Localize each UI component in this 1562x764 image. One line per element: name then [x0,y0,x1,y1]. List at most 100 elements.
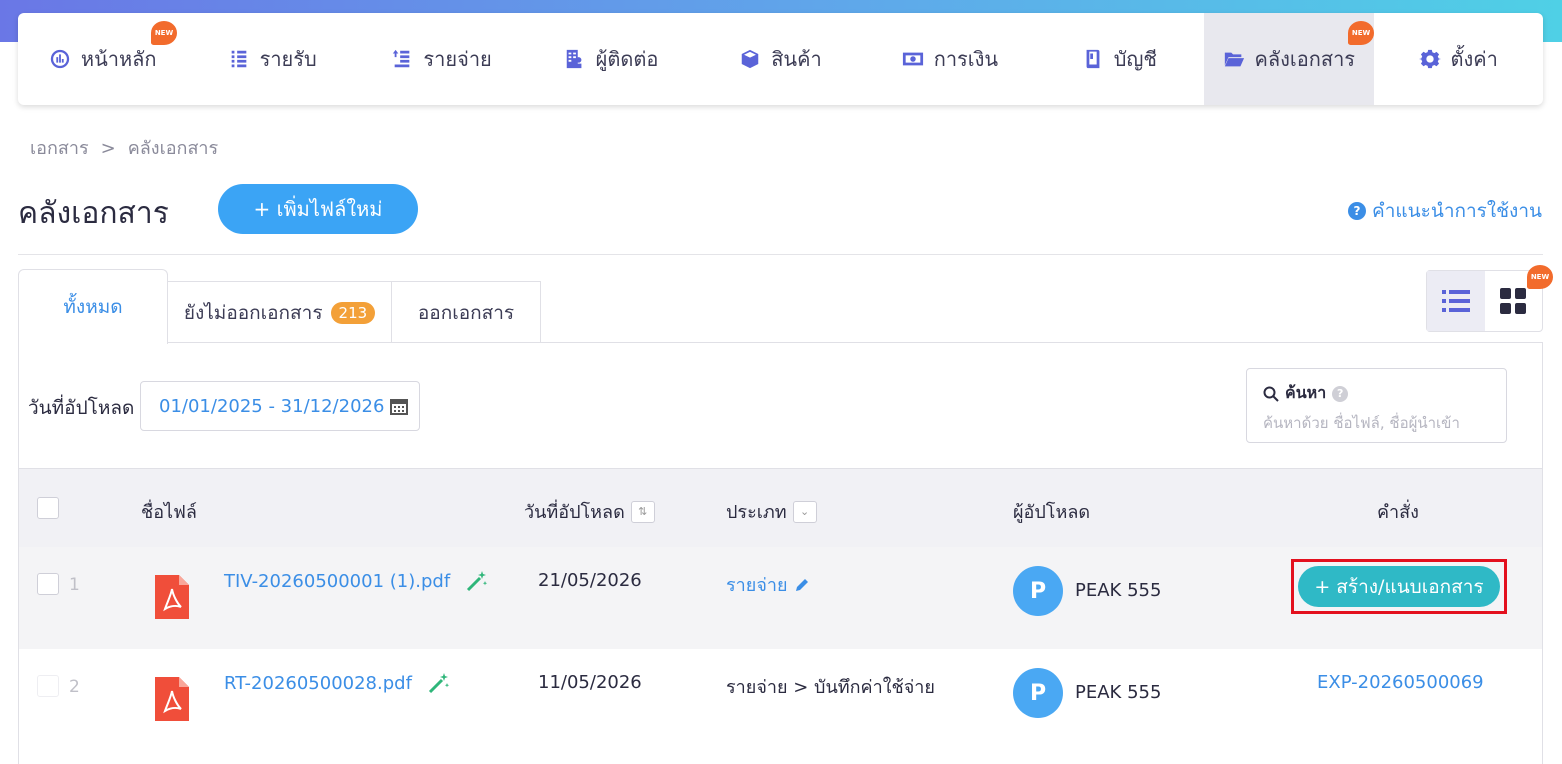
file-name: TIV-20260500001 (1).pdf [224,570,451,592]
nav-item-label: การเงิน [933,47,999,71]
tab-label: ทั้งหมด [63,296,123,318]
row-checkbox[interactable] [37,573,59,595]
chevron-down-icon[interactable]: ⌄ [792,500,817,523]
nav-item-label: สินค้า [771,47,822,71]
date-range-input[interactable]: 01/01/2025 - 31/12/2026 [140,381,420,431]
column-file-name: ชื่อไฟล์ [141,502,197,523]
product-box-icon [741,49,759,69]
help-link[interactable]: ? คำแนะนำการใช้งาน [1348,196,1542,226]
breadcrumb-separator: > [100,138,116,159]
select-all-checkbox[interactable] [37,497,59,519]
file-name: RT-20260500028.pdf [224,672,412,694]
page-title: คลังเอกสาร [18,196,169,231]
row-number: 2 [69,677,80,697]
add-new-file-button[interactable]: + เพิ่มไฟล์ใหม่ [218,184,418,234]
tab-label: ยังไม่ออกเอกสาร [183,301,323,324]
avatar: P [1013,668,1063,718]
nav-item-document-storage[interactable]: คลังเอกสาร NEW [1204,13,1375,105]
breadcrumb-item-documents[interactable]: เอกสาร [30,138,89,159]
file-type: รายจ่าย > บันทึกค่าใช้จ่าย [726,677,935,698]
column-type[interactable]: ประเภท ⌄ [726,497,817,526]
grid-icon [1500,288,1527,314]
highlight-box: + สร้าง/แนบเอกสาร [1291,559,1507,614]
row-number: 1 [69,575,80,595]
money-icon [902,52,923,66]
folder-open-icon [1224,52,1244,67]
column-upload-date[interactable]: วันที่อัปโหลด ⇅ [524,497,655,526]
pdf-file-icon [155,575,189,619]
list-view-button[interactable] [1427,271,1485,331]
nav-item-label: ผู้ติดต่อ [595,47,659,71]
nav-item-contacts[interactable]: ผู้ติดต่อ [526,13,695,105]
breadcrumb: เอกสาร > คลังเอกสาร [30,133,218,162]
search-input[interactable]: ค้นหา ? ค้นหาด้วย ชื่อไฟล์, ชื่อผู้นำเข้… [1246,368,1507,443]
new-badge: NEW [1348,21,1375,45]
search-title: ค้นหา ? [1263,381,1349,406]
search-title-label: ค้นหา [1285,383,1327,402]
date-range-value: 01/01/2025 - 31/12/2026 [159,395,385,417]
dashboard-icon [50,49,70,69]
date-filter-label: วันที่อัปโหลด [28,397,135,419]
list-icon [1441,290,1470,312]
upload-date: 21/05/2026 [538,570,642,591]
pdf-file-icon [155,677,189,721]
tab-label: ออกเอกสาร [417,301,515,324]
column-command: คำสั่ง [1377,502,1419,523]
search-icon [1263,386,1279,402]
income-icon [231,50,246,68]
column-uploader: ผู้อัปโหลด [1013,502,1091,523]
nav-item-product[interactable]: สินค้า [696,13,865,105]
nav-item-label: หน้าหลัก [80,47,157,71]
table-header: ชื่อไฟล์ วันที่อัปโหลด ⇅ ประเภท ⌄ ผู้อัป… [19,468,1542,547]
help-icon: ? [1348,202,1367,220]
header-divider [18,254,1543,255]
calendar-icon [390,399,409,415]
pencil-icon[interactable] [794,577,810,593]
nav-item-home[interactable]: หน้าหลัก NEW [18,13,187,105]
file-name-link[interactable]: RT-20260500028.pdf [224,672,450,694]
tab-not-issued[interactable]: ยังไม่ออกเอกสาร 213 [167,281,392,343]
book-icon [1086,49,1100,69]
nav-item-label: รายจ่าย [423,47,492,71]
tab-issued[interactable]: ออกเอกสาร [391,281,541,343]
expense-document-link[interactable]: EXP-20260500069 [1317,672,1484,693]
tab-all[interactable]: ทั้งหมด [18,269,168,344]
view-toggle: NEW [1426,265,1553,332]
magic-wand-icon[interactable] [466,570,488,592]
magic-wand-icon[interactable] [428,672,450,694]
nav-item-label: คลังเอกสาร [1254,47,1356,71]
gear-icon [1418,49,1441,69]
nav-item-settings[interactable]: ตั้งค่า [1374,13,1543,105]
file-type-link[interactable]: รายจ่าย [726,570,810,599]
sort-icon[interactable]: ⇅ [630,500,655,523]
upload-date: 11/05/2026 [538,672,642,693]
count-badge: 213 [330,301,376,324]
uploader-name: PEAK 555 [1075,682,1162,703]
contacts-icon [566,49,582,69]
nav-item-label: ตั้งค่า [1450,47,1498,71]
breadcrumb-item-current: คลังเอกสาร [127,138,219,159]
table-row: 1 TIV-20260500001 (1).pdf 21/05/2026 ราย… [19,547,1542,649]
new-badge: NEW [151,21,177,45]
question-icon[interactable]: ? [1332,385,1349,402]
uploader-name: PEAK 555 [1075,580,1162,601]
nav-item-finance[interactable]: การเงิน [865,13,1034,105]
new-badge: NEW [1527,265,1553,289]
search-placeholder: ค้นหาด้วย ชื่อไฟล์, ชื่อผู้นำเข้า [1263,414,1460,432]
nav-item-expense[interactable]: รายจ่าย [357,13,526,105]
column-label: ประเภท [726,502,787,523]
main-nav: หน้าหลัก NEW รายรับ รายจ่าย ผู้ติดต่อ สิ… [18,13,1543,105]
nav-item-label: รายรับ [259,47,317,71]
help-link-label: คำแนะนำการใช้งาน [1372,200,1542,222]
column-label: วันที่อัปโหลด [524,502,625,523]
expense-icon [393,49,410,68]
table-row: 2 RT-20260500028.pdf 11/05/2026 รายจ่าย … [19,649,1542,751]
nav-item-label: บัญชี [1113,47,1157,71]
row-checkbox[interactable] [37,675,59,697]
nav-item-income[interactable]: รายรับ [187,13,356,105]
file-name-link[interactable]: TIV-20260500001 (1).pdf [224,570,488,592]
nav-item-accounting[interactable]: บัญชี [1035,13,1204,105]
create-attach-document-button[interactable]: + สร้าง/แนบเอกสาร [1298,566,1500,607]
avatar: P [1013,566,1063,616]
file-type: รายจ่าย [726,575,788,596]
